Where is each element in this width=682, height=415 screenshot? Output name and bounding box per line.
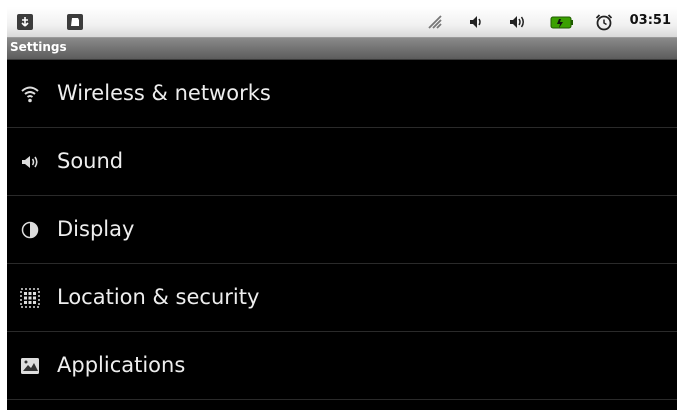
settings-item-applications[interactable]: Applications xyxy=(7,332,677,400)
status-bar: 03:51 xyxy=(7,7,677,38)
alarm-clock-icon xyxy=(595,14,613,31)
battery-icon xyxy=(550,16,573,29)
display-icon xyxy=(21,221,39,239)
usb-icon xyxy=(17,14,33,30)
volume-loud-icon xyxy=(510,16,524,28)
settings-item-label: Location & security xyxy=(57,285,260,309)
settings-item-location-security[interactable]: Location & security xyxy=(7,264,677,332)
settings-item-label: Applications xyxy=(57,353,186,377)
page-title: Settings xyxy=(10,40,67,54)
android-screen: 03:51 Settings Wireless & networks Sound xyxy=(7,7,677,410)
settings-item-wireless[interactable]: Wireless & networks xyxy=(7,60,677,128)
wifi-icon xyxy=(21,86,39,103)
sd-card-icon xyxy=(67,14,83,30)
sound-icon xyxy=(22,156,38,168)
location-security-icon xyxy=(20,288,40,308)
signal-icon xyxy=(428,15,442,29)
settings-item-display[interactable]: Display xyxy=(7,196,677,264)
settings-item-label: Sound xyxy=(57,149,124,173)
settings-list: Wireless & networks Sound Display Locati… xyxy=(7,60,677,400)
settings-item-label: Display xyxy=(57,217,135,241)
volume-icon xyxy=(470,16,481,28)
applications-icon xyxy=(21,358,39,374)
clock-time: 03:51 xyxy=(629,13,671,28)
title-bar: Settings xyxy=(7,38,677,60)
settings-item-sound[interactable]: Sound xyxy=(7,128,677,196)
settings-item-label: Wireless & networks xyxy=(57,81,271,105)
